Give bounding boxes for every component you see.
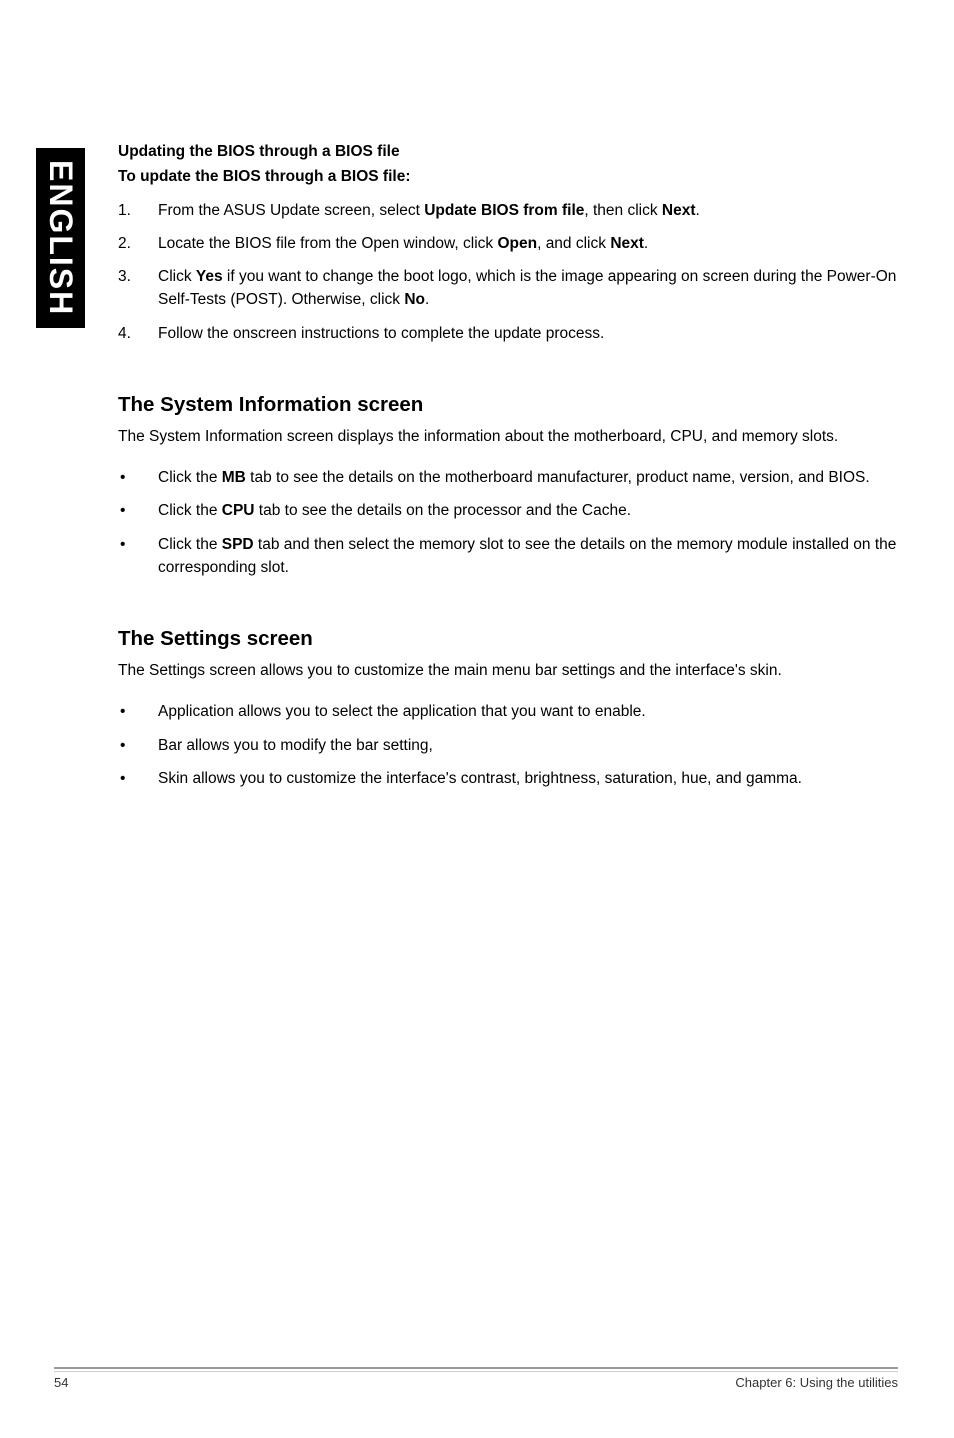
list-item: • Bar allows you to modify the bar setti… xyxy=(118,734,898,757)
list-item: • Skin allows you to customize the inter… xyxy=(118,767,898,790)
heading-settings-screen: The Settings screen xyxy=(118,627,898,651)
bullet-text: Click the SPD tab and then select the me… xyxy=(158,533,898,580)
bullet-icon: • xyxy=(118,767,158,790)
step-number: 4. xyxy=(118,322,158,345)
step-text: Click Yes if you want to change the boot… xyxy=(158,265,898,312)
list-item: • Application allows you to select the a… xyxy=(118,700,898,723)
list-item: • Click the SPD tab and then select the … xyxy=(118,533,898,580)
bullet-icon: • xyxy=(118,499,158,522)
subheading-update-bios: Updating the BIOS through a BIOS file xyxy=(118,140,898,163)
chapter-label: Chapter 6: Using the utilities xyxy=(735,1371,898,1390)
heading-system-information: The System Information screen xyxy=(118,393,898,417)
bullet-icon: • xyxy=(118,466,158,489)
page-content: Updating the BIOS through a BIOS file To… xyxy=(118,140,898,800)
bullet-text: Click the MB tab to see the details on t… xyxy=(158,466,898,489)
bullet-icon: • xyxy=(118,533,158,580)
bullet-text: Bar allows you to modify the bar setting… xyxy=(158,734,898,757)
language-tab: ENGLISH xyxy=(36,148,85,328)
step-text: From the ASUS Update screen, select Upda… xyxy=(158,199,898,222)
list-item: 1. From the ASUS Update screen, select U… xyxy=(118,199,898,222)
list-item: 4. Follow the onscreen instructions to c… xyxy=(118,322,898,345)
step-number: 1. xyxy=(118,199,158,222)
page-footer: 54 Chapter 6: Using the utilities xyxy=(54,1367,898,1390)
step-text: Locate the BIOS file from the Open windo… xyxy=(158,232,898,255)
step-number: 3. xyxy=(118,265,158,312)
settings-bullets: • Application allows you to select the a… xyxy=(118,700,898,790)
list-item: 2. Locate the BIOS file from the Open wi… xyxy=(118,232,898,255)
update-steps-list: 1. From the ASUS Update screen, select U… xyxy=(118,199,898,345)
settings-body: The Settings screen allows you to custom… xyxy=(118,659,898,682)
bullet-text: Skin allows you to customize the interfa… xyxy=(158,767,898,790)
bullet-icon: • xyxy=(118,700,158,723)
bullet-icon: • xyxy=(118,734,158,757)
bullet-text: Click the CPU tab to see the details on … xyxy=(158,499,898,522)
bullet-text: Application allows you to select the app… xyxy=(158,700,898,723)
step-number: 2. xyxy=(118,232,158,255)
system-info-bullets: • Click the MB tab to see the details on… xyxy=(118,466,898,579)
list-item: 3. Click Yes if you want to change the b… xyxy=(118,265,898,312)
step-text: Follow the onscreen instructions to comp… xyxy=(158,322,898,345)
list-item: • Click the MB tab to see the details on… xyxy=(118,466,898,489)
page-number: 54 xyxy=(54,1371,68,1390)
system-info-body: The System Information screen displays t… xyxy=(118,425,898,448)
list-item: • Click the CPU tab to see the details o… xyxy=(118,499,898,522)
subheading-to-update: To update the BIOS through a BIOS file: xyxy=(118,165,898,188)
